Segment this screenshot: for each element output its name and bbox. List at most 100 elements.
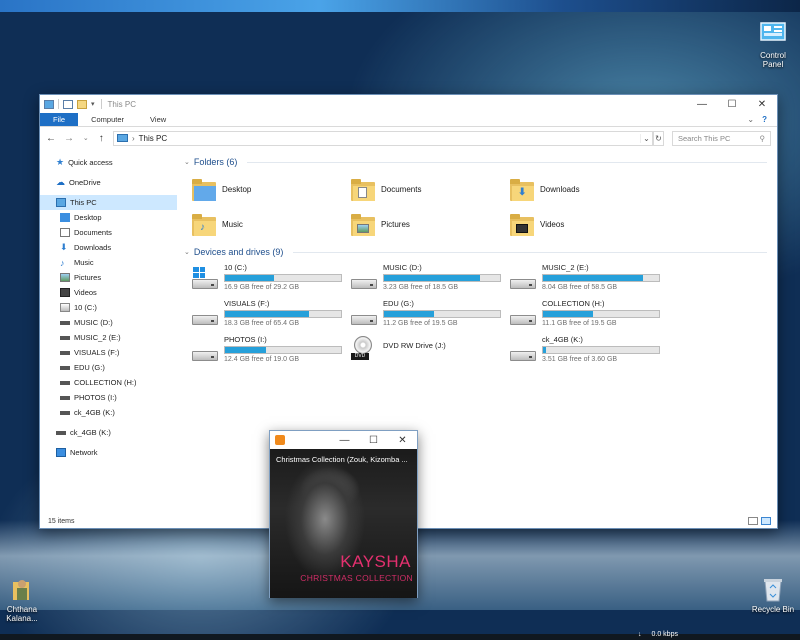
sidebar-item-drive-g[interactable]: EDU (G:): [40, 360, 177, 375]
content-pane: ⌄ Folders (6) Desktop Documents ⬇ Downlo…: [178, 151, 777, 514]
drive-item-j[interactable]: DVD DVD RW Drive (J:): [351, 335, 510, 367]
sidebar-item-drive-e[interactable]: MUSIC_2 (E:): [40, 330, 177, 345]
sidebar-item-label: Desktop: [74, 213, 102, 222]
drive-item-e[interactable]: MUSIC_2 (E:) 8.04 GB free of 58.5 GB: [510, 263, 669, 295]
properties-icon[interactable]: [63, 99, 73, 109]
sidebar-item-quick-access[interactable]: ★ Quick access: [40, 155, 177, 170]
sidebar-item-music[interactable]: ♪ Music: [40, 255, 177, 270]
desktop-icon-control-panel[interactable]: Control Panel: [741, 22, 800, 69]
close-button[interactable]: ✕: [747, 95, 777, 113]
desktop-icon-user-folder[interactable]: Chthana Kalana...: [0, 576, 54, 623]
sidebar-item-label: ck_4GB (K:): [74, 408, 115, 417]
tab-view[interactable]: View: [137, 113, 179, 126]
usb-drive-icon: [60, 410, 70, 415]
drive-icon: [60, 380, 70, 385]
taskbar: [0, 634, 800, 640]
drive-label: COLLECTION (H:): [542, 299, 605, 308]
drive-item-k[interactable]: ck_4GB (K:) 3.51 GB free of 3.60 GB: [510, 335, 669, 367]
drive-usage-fill: [543, 311, 593, 317]
drive-item-f[interactable]: VISUALS (F:) 18.3 GB free of 65.4 GB: [192, 299, 351, 331]
expand-ribbon-icon[interactable]: ⌄: [747, 115, 754, 124]
drive-free-space: 18.3 GB free of 65.4 GB: [224, 320, 300, 327]
sidebar-item-documents[interactable]: Documents: [40, 225, 177, 240]
new-folder-icon[interactable]: [77, 99, 87, 109]
collapse-chevron-icon[interactable]: ⌄: [184, 158, 190, 166]
recent-locations-chevron-icon[interactable]: ⌄: [82, 134, 90, 142]
sidebar-item-drive-k[interactable]: ck_4GB (K:): [40, 405, 177, 420]
drive-item-c[interactable]: 10 (C:) 16.9 GB free of 29.2 GB: [192, 263, 351, 295]
drive-item-d[interactable]: MUSIC (D:) 3.23 GB free of 18.5 GB: [351, 263, 510, 295]
up-arrow-icon[interactable]: ↑: [98, 133, 106, 144]
drive-label: 10 (C:): [224, 263, 247, 272]
drive-icon: [60, 320, 70, 325]
sidebar-item-label: Pictures: [74, 273, 102, 282]
folder-item-desktop[interactable]: Desktop: [192, 173, 351, 206]
group-title: Devices and drives (9): [193, 247, 284, 257]
drive-icon: [60, 365, 70, 370]
folders-group-header[interactable]: ⌄ Folders (6): [184, 155, 777, 169]
navigation-pane: ★ Quick access ☁ OneDrive This PC Deskto…: [40, 151, 178, 514]
help-icon[interactable]: ?: [762, 115, 767, 124]
album-artwork[interactable]: Christmas Collection (Zouk, Kizomba ... …: [270, 449, 417, 598]
folder-item-pictures[interactable]: Pictures: [351, 208, 510, 241]
maximize-button[interactable]: ☐: [359, 431, 388, 449]
tab-file[interactable]: File: [40, 113, 79, 126]
folder-item-downloads[interactable]: ⬇ Downloads: [510, 173, 669, 206]
drives-group-header[interactable]: ⌄ Devices and drives (9): [184, 245, 777, 259]
drive-item-h[interactable]: COLLECTION (H:) 11.1 GB free of 19.5 GB: [510, 299, 669, 331]
sidebar-item-drive-i[interactable]: PHOTOS (I:): [40, 390, 177, 405]
sidebar-item-label: 10 (C:): [74, 303, 97, 312]
sidebar-item-removable-k[interactable]: ck_4GB (K:): [40, 425, 177, 440]
drive-usage-bar: [542, 274, 660, 282]
folder-label: Videos: [540, 220, 565, 229]
drive-usage-bar: [542, 346, 660, 354]
close-button[interactable]: ✕: [388, 431, 417, 449]
drive-icon: [60, 335, 70, 340]
downloads-folder-icon: ⬇: [510, 178, 534, 201]
group-divider: [247, 161, 767, 163]
folder-item-music[interactable]: ♪ Music: [192, 208, 351, 241]
sidebar-item-network[interactable]: Network: [40, 445, 177, 460]
desktop-icon-recycle-bin[interactable]: Recycle Bin: [741, 576, 800, 614]
sidebar-item-drive-c[interactable]: 10 (C:): [40, 300, 177, 315]
desktop-top-strip: [0, 0, 800, 12]
sidebar-item-drive-d[interactable]: MUSIC (D:): [40, 315, 177, 330]
sidebar-item-drive-f[interactable]: VISUALS (F:): [40, 345, 177, 360]
sidebar-item-this-pc[interactable]: This PC: [40, 195, 177, 210]
maximize-button[interactable]: ☐: [717, 95, 747, 113]
player-title-bar[interactable]: — ☐ ✕: [270, 431, 417, 449]
details-view-icon[interactable]: [748, 517, 758, 525]
address-dropdown-icon[interactable]: ⌄: [640, 133, 652, 143]
folder-item-documents[interactable]: Documents: [351, 173, 510, 206]
sidebar-item-label: MUSIC_2 (E:): [74, 333, 121, 342]
sidebar-item-downloads[interactable]: ⬇ Downloads: [40, 240, 177, 255]
sidebar-item-videos[interactable]: Videos: [40, 285, 177, 300]
sidebar-item-pictures[interactable]: Pictures: [40, 270, 177, 285]
back-arrow-icon[interactable]: ←: [46, 133, 56, 144]
drive-item-i[interactable]: PHOTOS (I:) 12.4 GB free of 19.0 GB: [192, 335, 351, 367]
media-player-window: — ☐ ✕ Christmas Collection (Zouk, Kizomb…: [269, 430, 418, 598]
large-icons-view-icon[interactable]: [761, 517, 771, 525]
drive-free-space: 16.9 GB free of 29.2 GB: [224, 284, 300, 291]
customize-toolbar-icon[interactable]: ▾: [91, 100, 95, 108]
sidebar-item-label: Downloads: [74, 243, 112, 252]
collapse-chevron-icon[interactable]: ⌄: [184, 248, 190, 256]
minimize-button[interactable]: —: [330, 431, 359, 449]
sidebar-item-drive-h[interactable]: COLLECTION (H:): [40, 375, 177, 390]
desktop-folder-icon: [192, 178, 216, 201]
folder-label: Desktop: [222, 185, 252, 194]
title-bar[interactable]: ▾ This PC — ☐ ✕: [40, 95, 777, 113]
tab-computer[interactable]: Computer: [78, 113, 137, 126]
group-divider: [293, 251, 767, 253]
sidebar-item-onedrive[interactable]: ☁ OneDrive: [40, 175, 177, 190]
minimize-button[interactable]: —: [687, 95, 717, 113]
sidebar-item-desktop[interactable]: Desktop: [40, 210, 177, 225]
drive-free-space: 3.23 GB free of 18.5 GB: [383, 284, 459, 291]
folder-item-videos[interactable]: Videos: [510, 208, 669, 241]
search-input[interactable]: Search This PC ⚲: [672, 130, 771, 146]
breadcrumb[interactable]: This PC: [139, 134, 167, 143]
forward-arrow-icon[interactable]: →: [64, 133, 74, 144]
refresh-button[interactable]: ↻: [653, 130, 664, 146]
address-bar[interactable]: › This PC ⌄: [113, 130, 653, 146]
drive-item-g[interactable]: EDU (G:) 11.2 GB free of 19.5 GB: [351, 299, 510, 331]
